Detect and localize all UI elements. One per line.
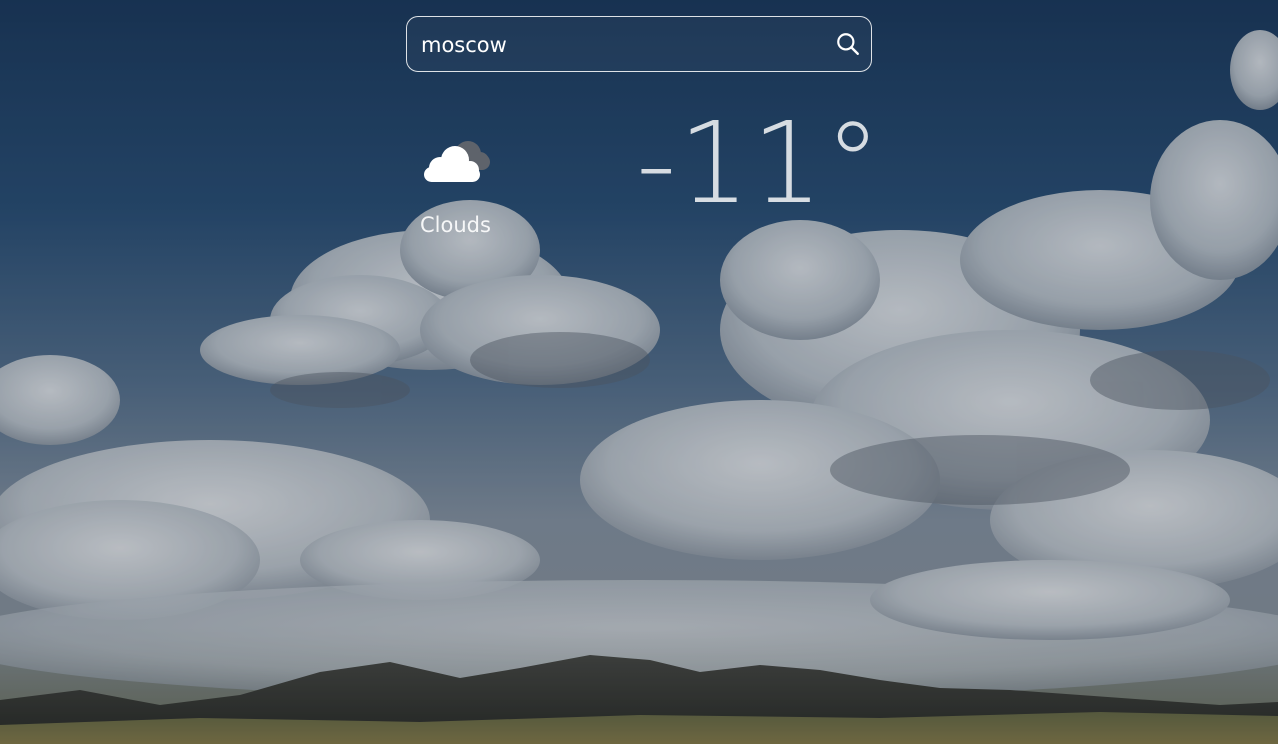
weather-condition: Clouds: [420, 213, 491, 237]
weather-app: Clouds -11°: [0, 0, 1278, 744]
clouds-icon: [424, 141, 490, 182]
search-icon[interactable]: [835, 31, 861, 57]
search-bar: [406, 16, 872, 73]
temperature: -11°: [636, 99, 883, 229]
search-input[interactable]: [419, 17, 823, 73]
